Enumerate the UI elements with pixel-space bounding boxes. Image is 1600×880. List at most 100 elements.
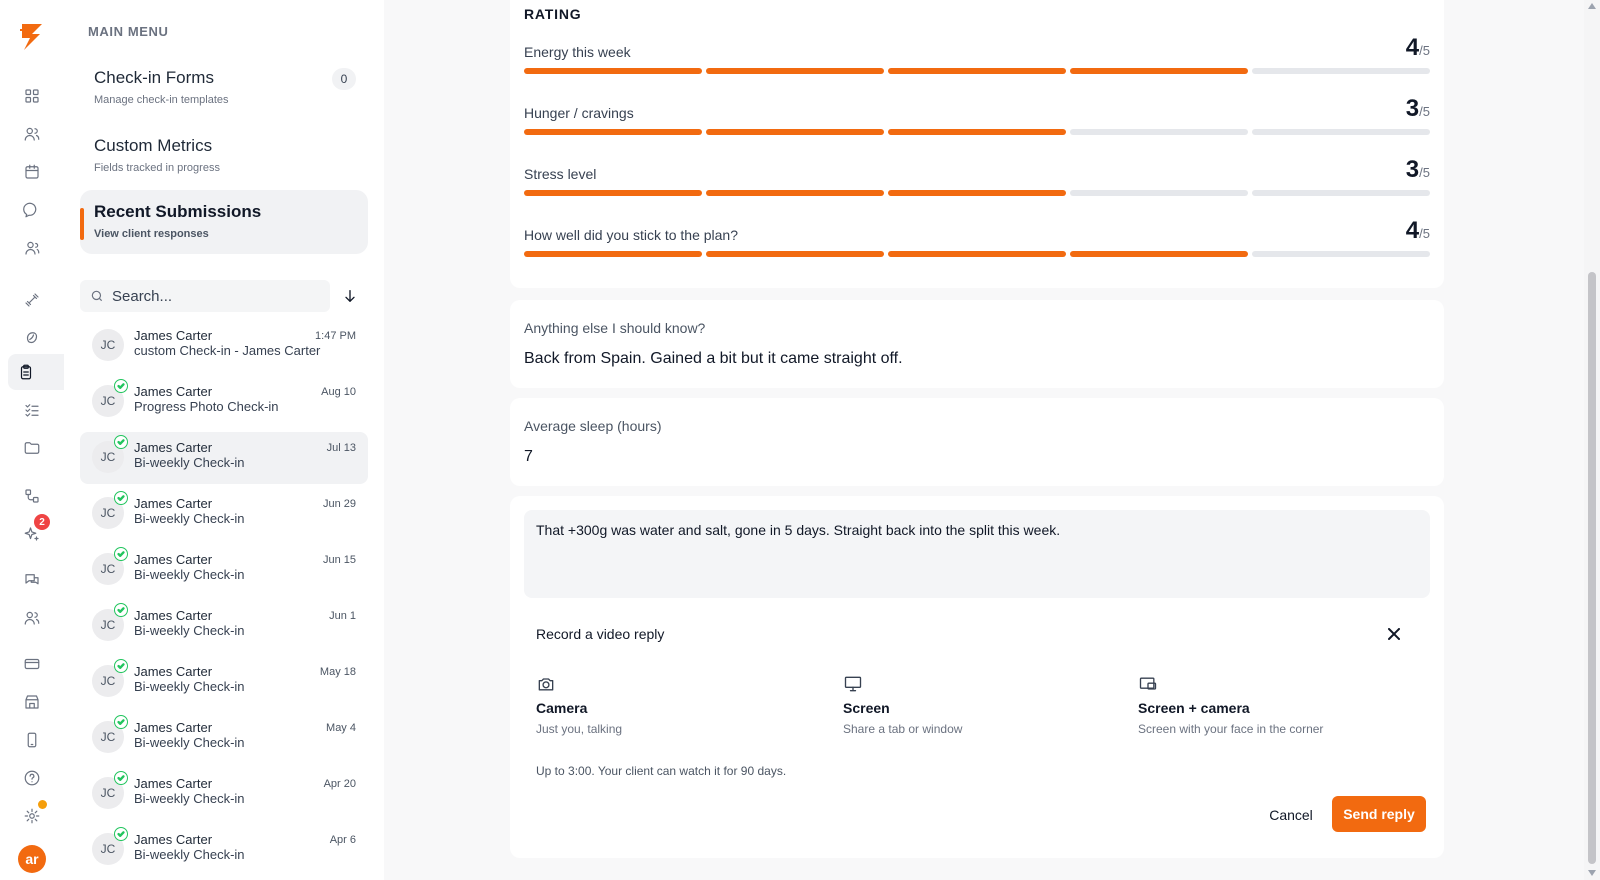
nutrition-icon[interactable] (20, 326, 44, 350)
check-circle-icon (114, 435, 128, 449)
check-circle-icon (114, 491, 128, 505)
screen-camera-option[interactable]: Screen + camera Screen with your face in… (1138, 674, 1418, 738)
search-box (80, 280, 330, 312)
grid-icon[interactable] (20, 84, 44, 108)
submission-item[interactable]: JC James Carter Bi-weekly Check-in Apr 20 (80, 768, 368, 820)
chat-icon[interactable] (20, 198, 44, 222)
submission-item[interactable]: JC James Carter Bi-weekly Check-in Apr 6 (80, 824, 368, 866)
search-icon (91, 290, 103, 302)
rating-bar (524, 251, 1430, 257)
menu-item-title: Check-in Forms (94, 68, 214, 87)
calendar-icon[interactable] (20, 160, 44, 184)
dumbbell-icon[interactable] (20, 288, 44, 312)
community-icon[interactable] (20, 606, 44, 630)
client-name: James Carter (134, 384, 213, 399)
checklist-icon[interactable] (20, 398, 44, 422)
picture-in-picture-icon (1138, 674, 1418, 699)
submission-title: Bi-weekly Check-in (134, 567, 245, 582)
rating-segment (706, 251, 884, 257)
rating-segment (888, 129, 1066, 135)
cancel-button[interactable]: Cancel (1256, 798, 1326, 832)
rating-max: /5 (1419, 226, 1430, 241)
clipboard-icon[interactable] (8, 354, 64, 390)
mobile-icon[interactable] (20, 728, 44, 752)
submission-date: May 18 (319, 666, 356, 678)
store-icon[interactable] (20, 690, 44, 714)
close-video-reply-button[interactable] (1386, 626, 1402, 642)
submission-item[interactable]: JC James Carter Bi-weekly Check-in May 4 (80, 712, 368, 764)
submission-title: Bi-weekly Check-in (134, 455, 245, 470)
submission-item[interactable]: JC James Carter custom Check-in - James Ca… (80, 320, 368, 372)
rating-row: Stress level 3/5 (524, 148, 1430, 198)
screen-option[interactable]: Screen Share a tab or window (843, 674, 1123, 738)
check-circle-icon (114, 379, 128, 393)
submission-item[interactable]: JC James Carter Bi-weekly Check-in Jul 13 (80, 432, 368, 484)
rating-score: 3 (1405, 156, 1420, 183)
menu-item-check-in-forms[interactable]: Check-in Forms Manage check-in templates… (80, 56, 368, 120)
answer-card: Anything else I should know? Back from S… (510, 300, 1444, 388)
scroll-up-arrow[interactable] (1588, 3, 1596, 9)
video-limit-note: Up to 3:00. Your client can watch it for… (536, 764, 787, 778)
search-input[interactable] (112, 287, 312, 305)
client-name: James Carter (134, 552, 213, 567)
rating-value: 4/5 (1406, 217, 1430, 245)
rating-score: 3 (1405, 95, 1420, 122)
reply-textarea[interactable]: That +300g was water and salt, gone in 5… (524, 510, 1430, 598)
workflow-icon[interactable] (20, 484, 44, 508)
rating-max: /5 (1419, 165, 1430, 180)
rating-bar (524, 190, 1430, 196)
send-reply-button[interactable]: Send reply (1332, 796, 1426, 832)
scroll-down-arrow[interactable] (1588, 870, 1596, 876)
secondary-sidebar: MAIN MENU Check-in Forms Manage check-in… (64, 0, 384, 880)
submission-date: Jun 1 (329, 610, 356, 622)
submission-item[interactable]: JC James Carter Bi-weekly Check-in Jun 15 (80, 544, 368, 596)
rating-score: 4 (1405, 34, 1420, 61)
rating-label: How well did you stick to the plan? (524, 227, 738, 243)
camera-option[interactable]: Camera Just you, talking (536, 674, 816, 738)
team-icon[interactable] (20, 236, 44, 260)
scrollbar-thumb[interactable] (1588, 272, 1596, 864)
submission-item[interactable]: JC James Carter Bi-weekly Check-in May 18 (80, 656, 368, 708)
check-circle-icon (114, 603, 128, 617)
rating-value: 3/5 (1406, 95, 1430, 123)
rating-max: /5 (1419, 104, 1430, 119)
question-label: Anything else I should know? (524, 320, 706, 336)
answer-text: 7 (524, 448, 533, 465)
reply-card: That +300g was water and salt, gone in 5… (510, 496, 1444, 858)
submission-date: Apr 20 (323, 778, 356, 790)
rating-segment (1252, 190, 1430, 196)
submission-title: custom Check-in - James Carter (134, 343, 321, 358)
rating-label: Stress level (524, 166, 597, 182)
settings-alert-dot (38, 800, 47, 809)
card-icon[interactable] (20, 652, 44, 676)
brand-logo-icon[interactable] (18, 20, 46, 52)
menu-item-recent-submissions[interactable]: Recent Submissions View client responses (80, 190, 368, 254)
rating-segment (1070, 251, 1248, 257)
menu-item-custom-metrics[interactable]: Custom Metrics Fields tracked in progres… (80, 124, 368, 188)
menu-item-subtitle: View client responses (94, 228, 209, 240)
client-name: James Carter (134, 776, 213, 791)
rating-bar (524, 129, 1430, 135)
video-reply-title: Record a video reply (536, 626, 665, 642)
rating-score: 4 (1405, 217, 1420, 244)
scrollbar[interactable] (1584, 0, 1600, 880)
users-icon[interactable] (20, 122, 44, 146)
submission-title: Bi-weekly Check-in (134, 679, 245, 694)
camera-icon (536, 674, 816, 699)
client-name: James Carter (134, 832, 213, 847)
submission-item[interactable]: JC James Carter Progress Photo Check-in Aug… (80, 376, 368, 428)
rating-row: How well did you stick to the plan? 4/5 (524, 209, 1430, 259)
user-avatar[interactable]: ar (18, 845, 46, 873)
sort-button[interactable] (338, 284, 362, 308)
rating-segment (1252, 251, 1430, 257)
help-icon[interactable] (20, 766, 44, 790)
submission-item[interactable]: JC James Carter Bi-weekly Check-in Jun 1 (80, 600, 368, 652)
submission-item[interactable]: JC James Carter Bi-weekly Check-in Jun 29 (80, 488, 368, 540)
folder-icon[interactable] (20, 436, 44, 460)
option-title: Screen (843, 700, 890, 716)
submission-detail: RATING Energy this week 4/5 Hunger / cravi… (384, 0, 1584, 880)
submission-title: Bi-weekly Check-in (134, 847, 245, 862)
submission-title: Bi-weekly Check-in (134, 623, 245, 638)
messages-icon[interactable] (20, 568, 44, 592)
submission-date: Jun 29 (322, 498, 356, 510)
